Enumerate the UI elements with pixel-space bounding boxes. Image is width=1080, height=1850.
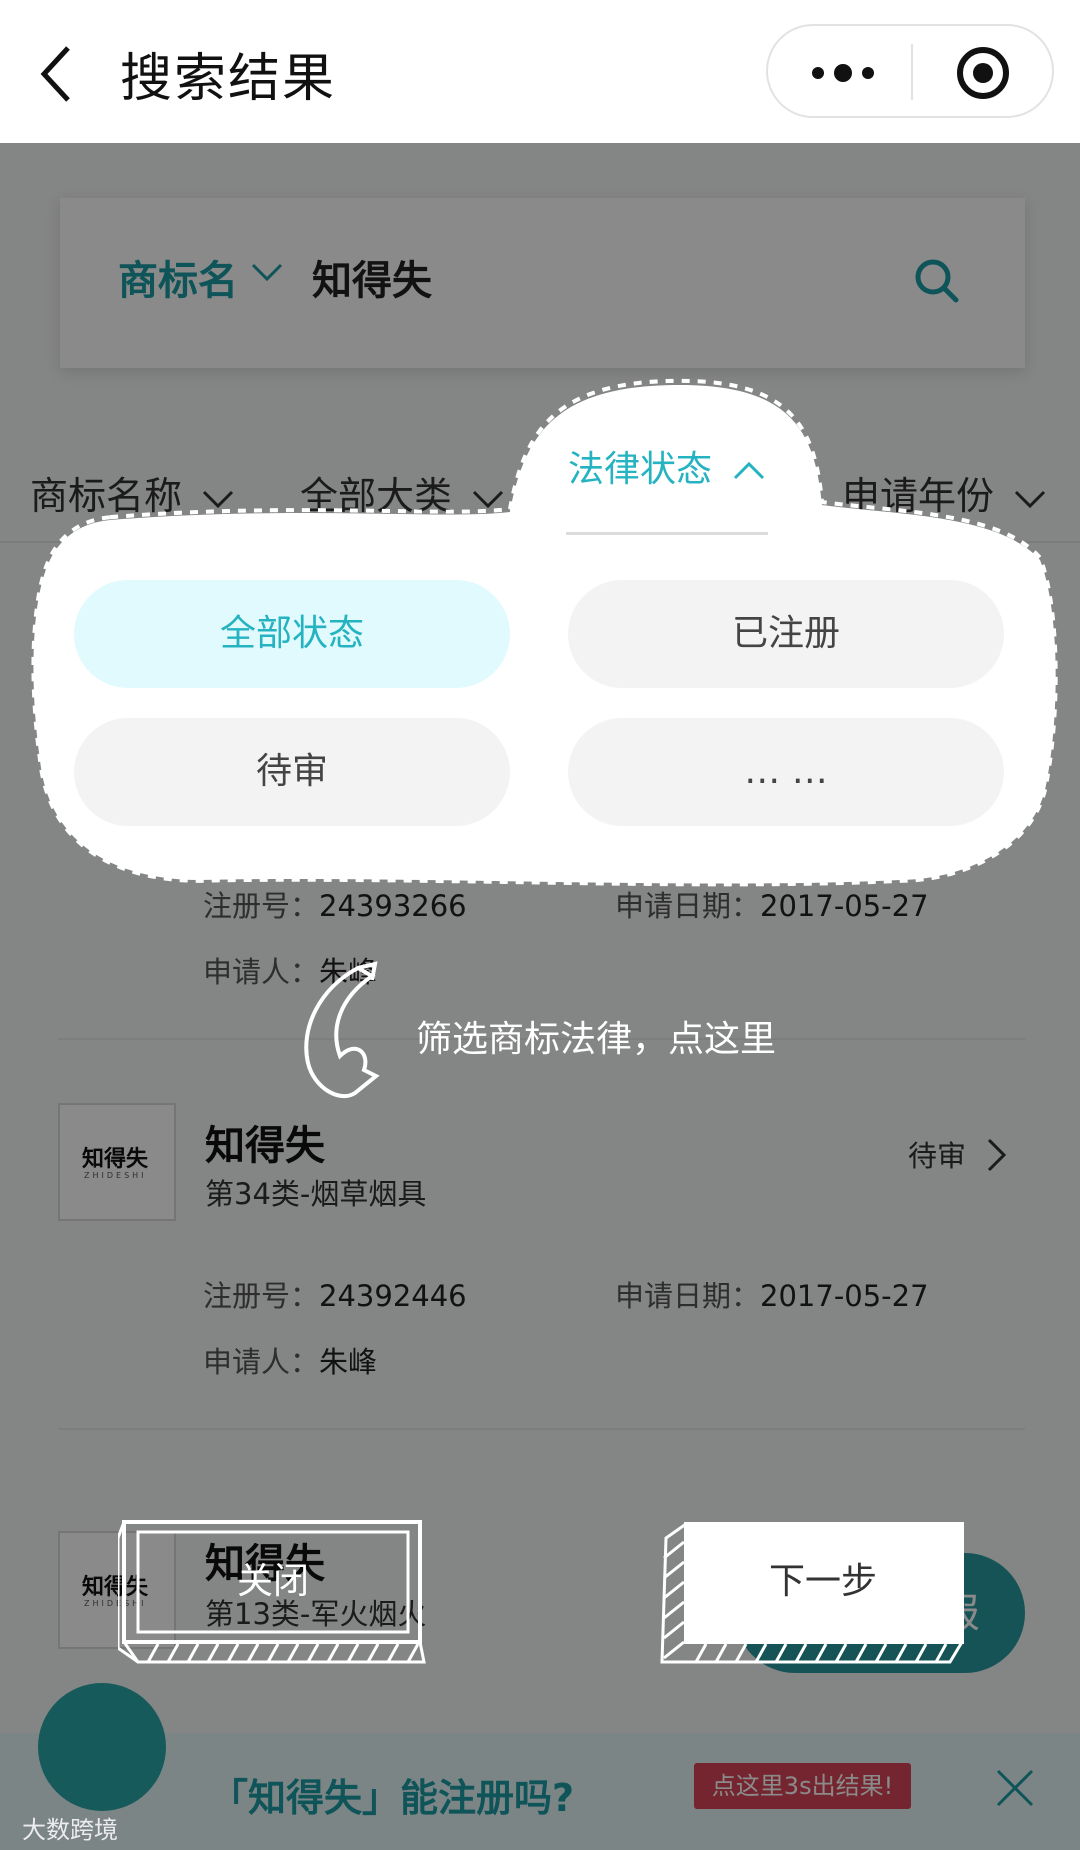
status-option-pending[interactable]: 待审 [74, 718, 510, 826]
status-option-registered[interactable]: 已注册 [568, 580, 1004, 688]
status-option-more[interactable]: … … [568, 718, 1004, 826]
guide-close-button[interactable]: 关闭 [118, 1518, 428, 1668]
filter-legal-status[interactable]: 法律状态 [568, 440, 765, 492]
watermark: 大数跨境 [22, 1816, 118, 1844]
status-option-all[interactable]: 全部状态 [74, 580, 510, 688]
chevron-up-icon [734, 461, 765, 480]
tab-underline [566, 532, 768, 535]
guide-content: 法律状态 全部状态 已注册 待审 … … 筛选商标法律，点这里 关闭 下一步 大… [0, 0, 1080, 1850]
curved-arrow-icon [304, 961, 380, 1099]
guide-hint-text: 筛选商标法律，点这里 [416, 1019, 777, 1060]
filter-label: 法律状态 [568, 449, 713, 490]
close-button-label: 关闭 [236, 1561, 309, 1602]
guide-next-button[interactable]: 下一步 [656, 1518, 966, 1668]
next-button-label: 下一步 [768, 1561, 877, 1602]
